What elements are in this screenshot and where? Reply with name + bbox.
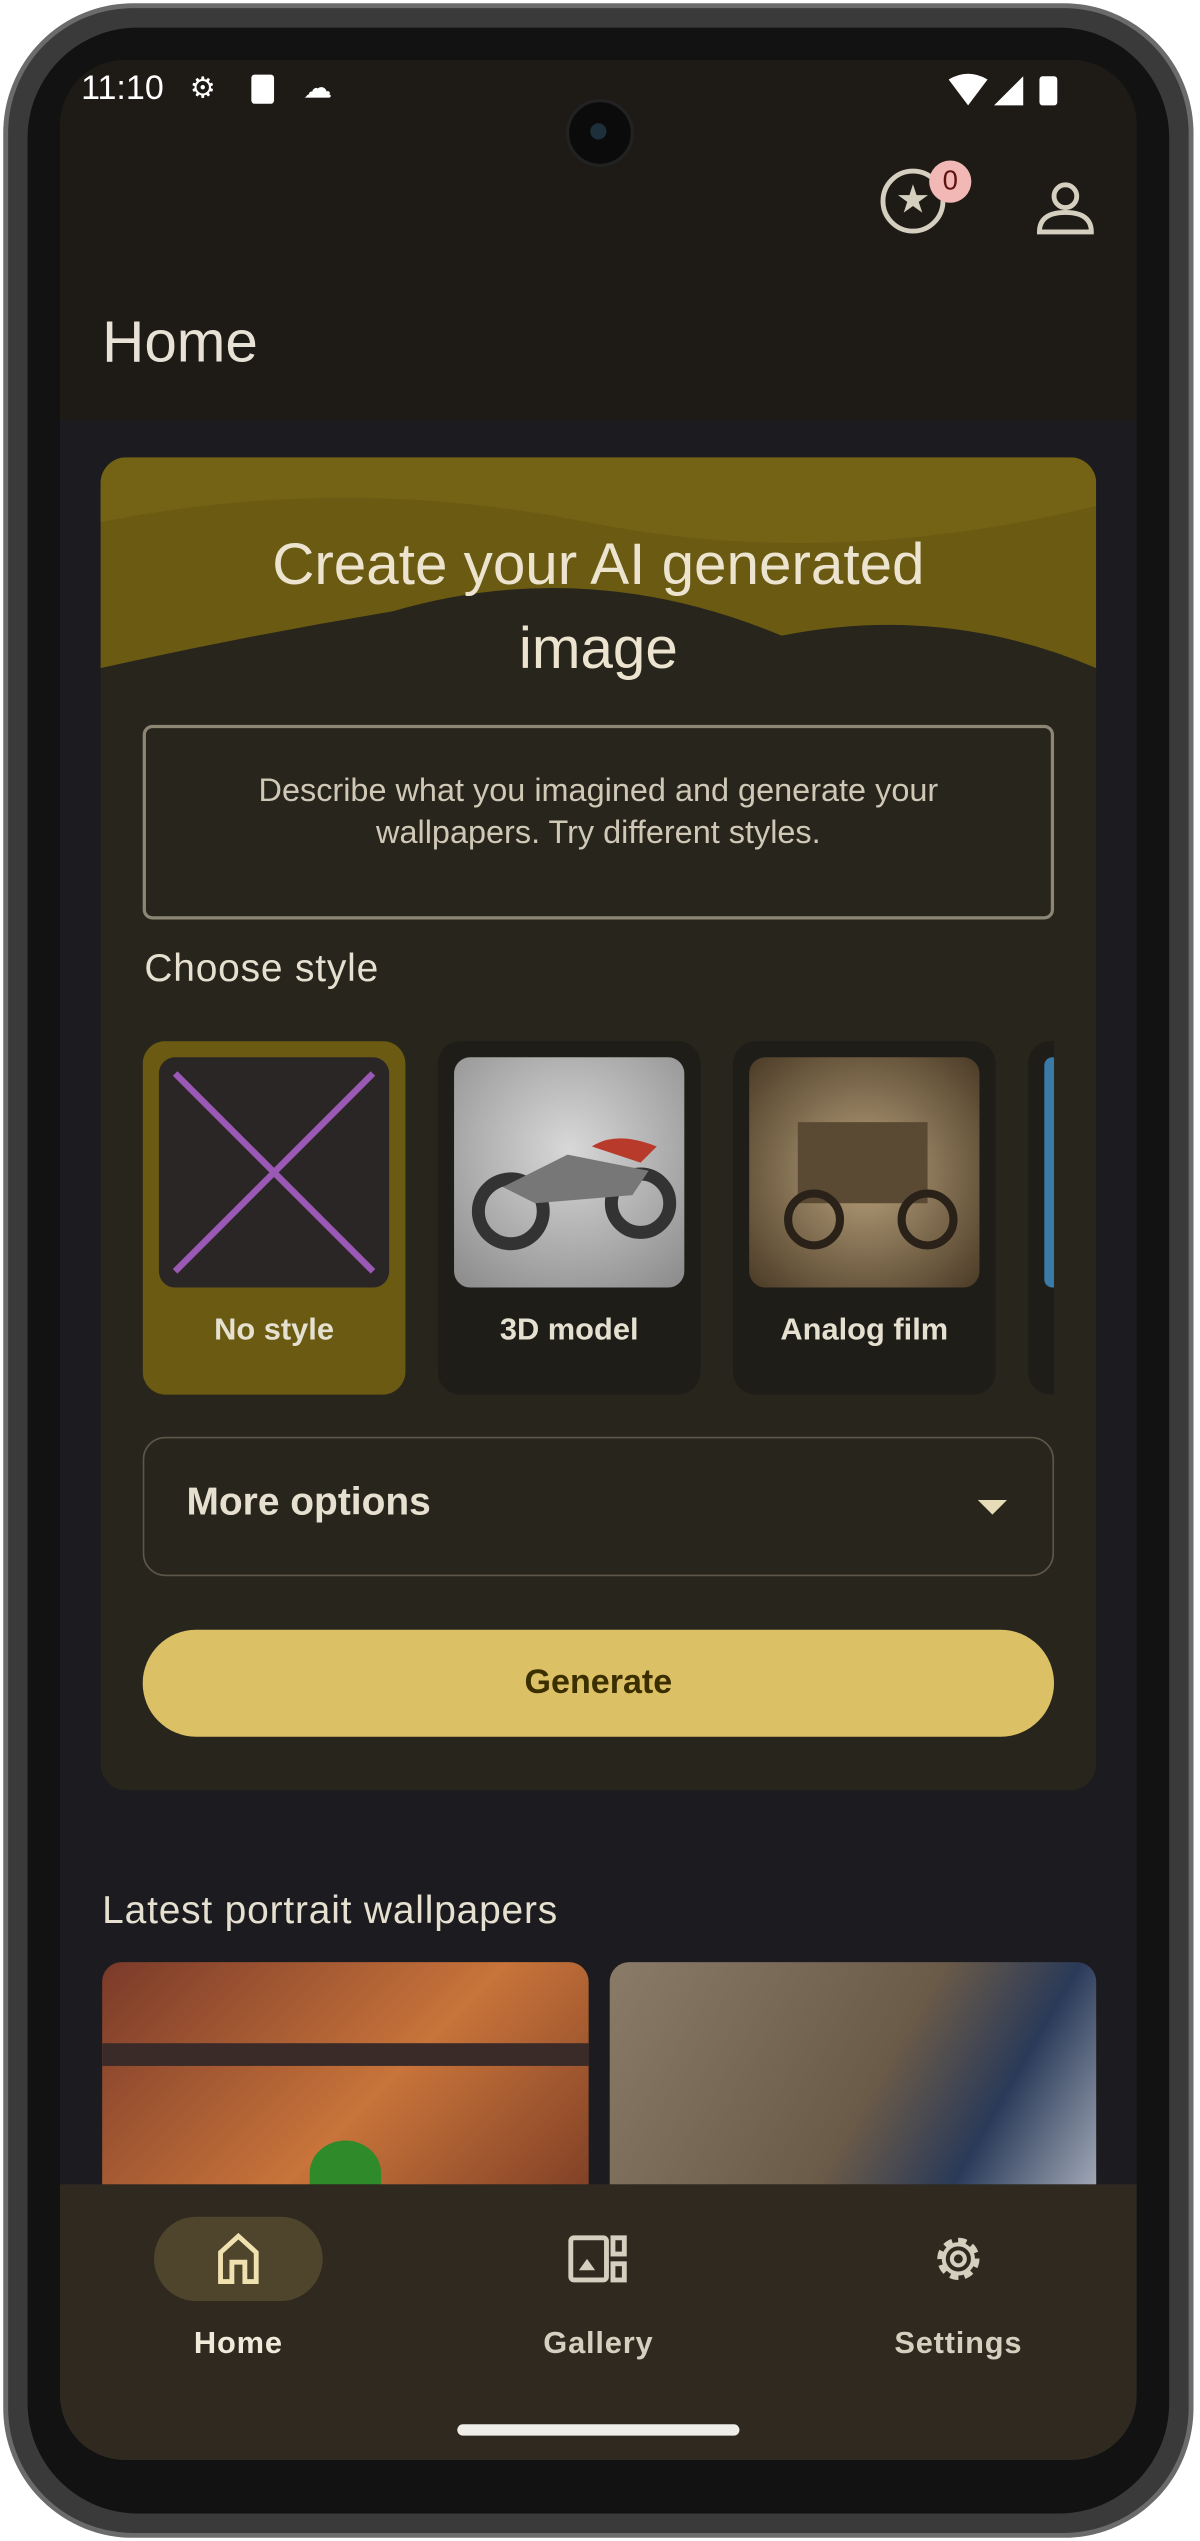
status-time: 11:10 (81, 69, 164, 108)
nav-label: Gallery (543, 2326, 654, 2362)
choose-style-label: Choose style (144, 947, 380, 991)
vintage-car-image (749, 1057, 980, 1288)
nav-label: Home (193, 2326, 283, 2362)
style-carousel[interactable]: No style 3D model Analog film (142, 1041, 1055, 1398)
awards-count-badge: 0 (929, 160, 972, 203)
home-icon (218, 2232, 259, 2285)
nav-label: Settings (894, 2326, 1023, 2362)
style-label: 3D model (499, 1313, 639, 1348)
cloud-icon: ☁ (303, 71, 333, 104)
wifi-icon (948, 73, 1058, 106)
settings-gear-icon (937, 2237, 980, 2280)
nav-settings[interactable]: Settings (829, 2217, 1088, 2363)
style-analog-film[interactable]: Analog film (732, 1041, 996, 1395)
motorcycle-image (454, 1057, 685, 1288)
prompt-input[interactable]: Describe what you imagined and generate … (142, 724, 1055, 920)
signal-icon (994, 76, 1024, 106)
account-icon[interactable] (1033, 177, 1098, 242)
create-image-card: Create your AI generated image Describe … (100, 457, 1097, 1791)
latest-wallpapers-title: Latest portrait wallpapers (102, 1889, 559, 1933)
style-image (1044, 1057, 1055, 1288)
style-label: Analog film (780, 1313, 949, 1348)
style-next-partial[interactable] (1028, 1041, 1055, 1395)
generate-button[interactable]: Generate (142, 1629, 1055, 1737)
chevron-down-icon (977, 1499, 1008, 1515)
sd-card-icon (251, 74, 275, 104)
gallery-icon (568, 2235, 627, 2283)
card-heading: Create your AI generated image (272, 530, 925, 682)
more-options-dropdown[interactable]: More options (142, 1436, 1055, 1577)
no-style-cross-icon (158, 1057, 390, 1288)
nav-home[interactable]: Home (109, 2216, 368, 2363)
battery-icon (1039, 76, 1058, 106)
screen: 11:10 ⚙ ☁ ★ 0 Home Create your AI genera… (59, 59, 1137, 2460)
front-camera (565, 98, 635, 168)
style-no-style[interactable]: No style (142, 1041, 406, 1395)
page-title: Home (102, 308, 258, 375)
gesture-handle[interactable] (457, 2424, 740, 2436)
style-label: No style (214, 1313, 334, 1348)
style-3d-model[interactable]: 3D model (437, 1041, 701, 1395)
bottom-navigation: Home Gallery Settings (59, 2184, 1137, 2460)
more-options-label: More options (186, 1480, 431, 1525)
nav-gallery[interactable]: Gallery (469, 2217, 728, 2363)
gear-icon: ⚙ (189, 71, 216, 104)
